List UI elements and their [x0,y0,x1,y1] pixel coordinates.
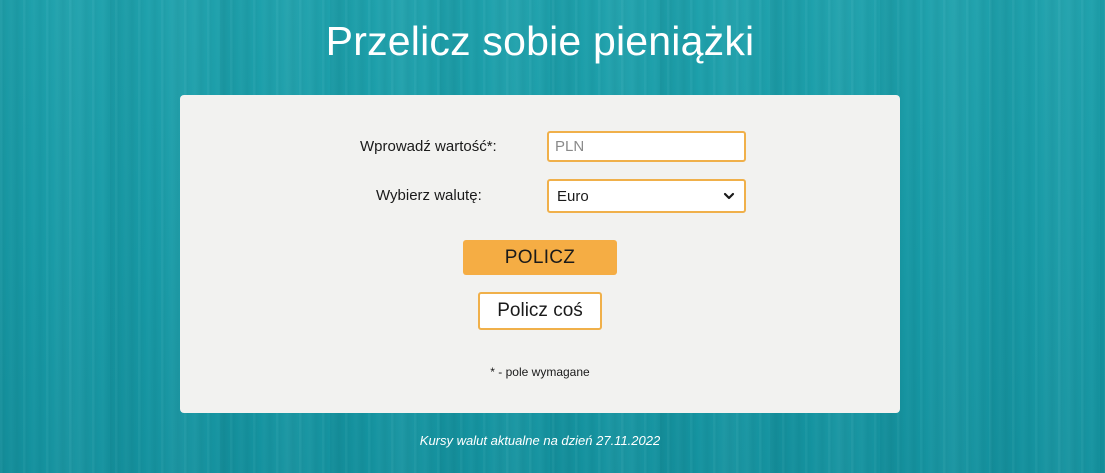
value-label: Wprowadź wartość*: [360,138,497,155]
calculate-something-button[interactable]: Policz coś [478,292,602,330]
page-title: Przelicz sobie pieniążki [325,18,755,64]
calculate-button[interactable]: POLICZ [463,240,617,275]
currency-label: Wybierz walutę: [376,187,482,204]
currency-select[interactable]: Euro [547,179,746,213]
currency-selected-value: Euro [557,187,589,205]
required-fields-note: * - pole wymagane [490,365,590,379]
chevron-down-icon [723,192,735,200]
rates-date-note: Kursy walut aktualne na dzień 27.11.2022 [419,433,661,448]
value-input[interactable] [547,131,746,162]
converter-form: Wprowadź wartość*: Wybierz walutę: Euro … [180,95,900,413]
